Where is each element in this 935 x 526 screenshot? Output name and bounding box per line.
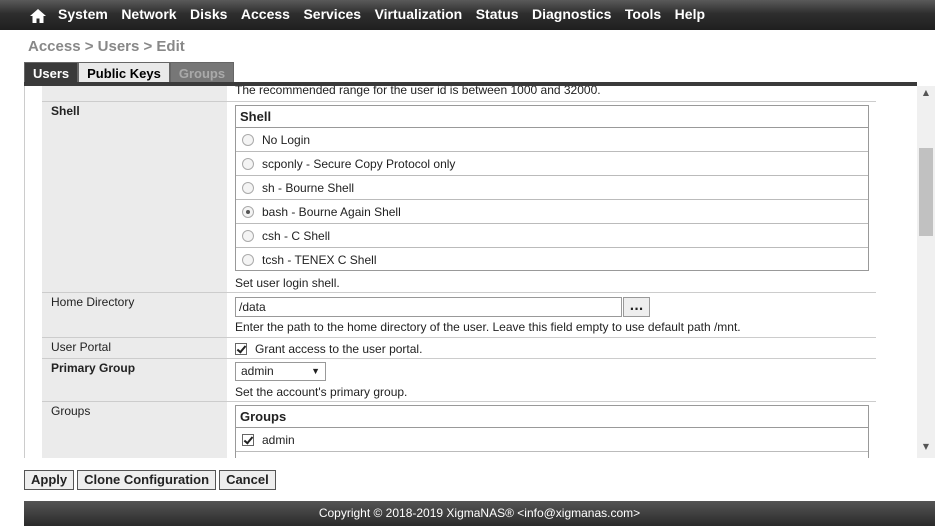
home-icon[interactable] <box>29 8 47 24</box>
radio-csh[interactable] <box>242 229 254 242</box>
shell-row: Shell Shell No Login scponly - Secure Co… <box>42 101 876 294</box>
group-label: admin <box>262 432 295 447</box>
breadcrumb: Access > Users > Edit <box>28 38 185 55</box>
primary-group-row: Primary Group admin ▼ Set the account's … <box>42 358 876 402</box>
menu-access[interactable]: Access <box>241 6 290 22</box>
option-label: sh - Bourne Shell <box>262 180 355 195</box>
user-portal-label: User Portal <box>42 338 227 359</box>
radio-tcsh[interactable] <box>242 254 254 266</box>
groups-box[interactable]: Groups admin audit <box>235 405 869 458</box>
tab-public-keys[interactable]: Public Keys <box>78 62 170 83</box>
tab-groups: Groups <box>169 62 235 83</box>
group-item-admin[interactable]: admin <box>236 428 868 452</box>
menu-diagnostics[interactable]: Diagnostics <box>532 6 611 22</box>
menu-help[interactable]: Help <box>675 6 705 22</box>
action-buttons: Apply Clone Configuration Cancel <box>24 470 279 490</box>
uid-note: The recommended range for the user id is… <box>235 86 601 97</box>
groups-row: Groups Groups admin audit <box>42 401 876 458</box>
footer: Copyright © 2018-2019 XigmaNAS® <info@xi… <box>24 501 935 526</box>
primary-group-note: Set the account's primary group. <box>235 385 408 399</box>
browse-button[interactable]: ... <box>623 297 650 317</box>
shell-box-title: Shell <box>236 106 868 128</box>
shell-option-csh[interactable]: csh - C Shell <box>236 224 868 248</box>
clone-configuration-button[interactable]: Clone Configuration <box>77 470 217 490</box>
uid-row: The recommended range for the user id is… <box>42 86 876 102</box>
shell-box: Shell No Login scponly - Secure Copy Pro… <box>235 105 869 271</box>
menu-status[interactable]: Status <box>476 6 519 22</box>
user-portal-text: Grant access to the user portal. <box>255 342 423 356</box>
cancel-button[interactable]: Cancel <box>219 470 276 490</box>
radio-scponly[interactable] <box>242 157 254 170</box>
groups-box-title: Groups <box>236 406 868 428</box>
option-label: tcsh - TENEX C Shell <box>262 253 377 267</box>
tab-bar: Users Public Keys Groups <box>24 62 235 83</box>
home-directory-row: Home Directory /data ... Enter the path … <box>42 292 876 338</box>
uid-label-cell <box>42 86 227 102</box>
menu-network[interactable]: Network <box>121 6 176 22</box>
apply-button[interactable]: Apply <box>24 470 75 490</box>
main-menu: System Network Disks Access Services Vir… <box>58 6 719 22</box>
radio-nologin[interactable] <box>242 133 254 146</box>
primary-group-label: Primary Group <box>42 359 227 402</box>
scroll-up-icon[interactable]: ▲ <box>917 88 935 102</box>
menu-virtualization[interactable]: Virtualization <box>375 6 463 22</box>
form-scroll-area[interactable]: The recommended range for the user id is… <box>24 86 917 458</box>
shell-label: Shell <box>42 102 227 294</box>
tab-users[interactable]: Users <box>24 62 79 83</box>
shell-option-nologin[interactable]: No Login <box>236 128 868 152</box>
user-portal-row: User Portal Grant access to the user por… <box>42 337 876 359</box>
menu-tools[interactable]: Tools <box>625 6 661 22</box>
shell-note: Set user login shell. <box>235 276 340 290</box>
menu-system[interactable]: System <box>58 6 108 22</box>
shell-option-sh[interactable]: sh - Bourne Shell <box>236 176 868 200</box>
home-directory-label: Home Directory <box>42 293 227 338</box>
scroll-down-icon[interactable]: ▼ <box>917 442 935 456</box>
radio-sh[interactable] <box>242 181 254 194</box>
option-label: scponly - Secure Copy Protocol only <box>262 156 456 171</box>
scrollbar-thumb[interactable] <box>919 148 933 236</box>
option-label: No Login <box>262 132 311 147</box>
vertical-scrollbar[interactable]: ▲ ▼ <box>917 86 935 458</box>
primary-group-value: admin <box>241 364 274 378</box>
shell-option-tcsh[interactable]: tcsh - TENEX C Shell <box>236 248 868 272</box>
chevron-down-icon: ▼ <box>311 366 320 376</box>
checkbox-admin[interactable] <box>242 433 254 446</box>
radio-bash[interactable] <box>242 205 254 218</box>
group-item-audit[interactable]: audit <box>236 452 868 458</box>
user-portal-checkbox[interactable] <box>235 343 247 355</box>
shell-option-scponly[interactable]: scponly - Secure Copy Protocol only <box>236 152 868 176</box>
option-label: bash - Bourne Again Shell <box>262 204 401 219</box>
group-label: audit <box>262 457 288 458</box>
menu-services[interactable]: Services <box>303 6 361 22</box>
home-directory-input[interactable]: /data <box>235 297 622 317</box>
menu-disks[interactable]: Disks <box>190 6 227 22</box>
shell-option-bash[interactable]: bash - Bourne Again Shell <box>236 200 868 224</box>
home-directory-note: Enter the path to the home directory of … <box>235 320 741 334</box>
groups-label: Groups <box>42 402 227 458</box>
top-menu-bar: System Network Disks Access Services Vir… <box>0 0 935 30</box>
option-label: csh - C Shell <box>262 228 331 243</box>
primary-group-select[interactable]: admin ▼ <box>235 362 326 381</box>
